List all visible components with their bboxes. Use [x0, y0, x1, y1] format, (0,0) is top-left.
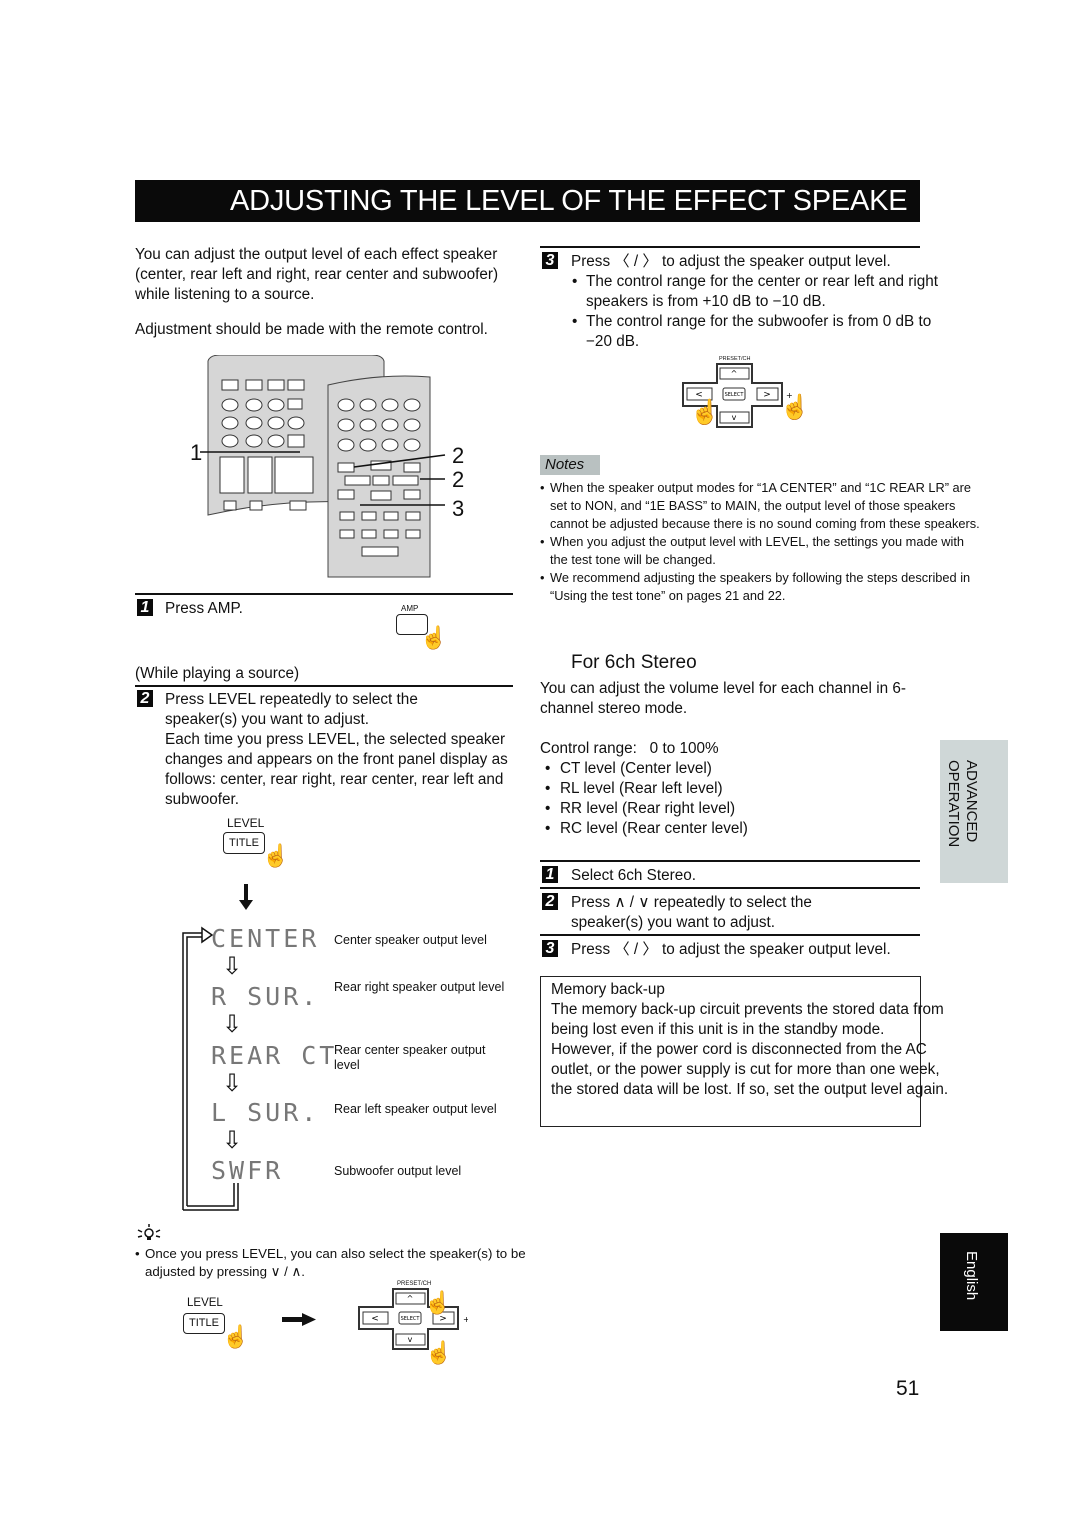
lcd-desc: Rear center speaker output level: [334, 1043, 486, 1072]
preset-label: PRESET/CH: [397, 1281, 432, 1287]
page-title-bar: ADJUSTING THE LEVEL OF THE EFFECT SPEAKE: [135, 180, 920, 222]
svg-text:SELECT: SELECT: [401, 1316, 421, 1322]
notes-list: When the speaker output modes for “1A CE…: [540, 479, 980, 605]
pointing-hand-outline-icon: ☝: [690, 399, 720, 426]
memory-backup-content: Memory back-up The memory back-up circui…: [551, 980, 951, 1100]
step-text: Press ∧ / ∨ repeatedly to select the spe…: [571, 894, 812, 931]
section-tab-label: ADVANCED OPERATION: [945, 760, 980, 848]
level-item: RL level (Rear left level): [543, 779, 843, 799]
control-range: Control range: 0 to 100%: [540, 740, 719, 757]
callout-2b: 2: [452, 467, 465, 492]
step-number: 1: [137, 599, 153, 616]
callout-2a: 2: [452, 443, 465, 468]
step-detail: Each time you press LEVEL, the selected …: [165, 731, 508, 808]
range-bullet: The control range for the subwoofer is f…: [570, 312, 950, 352]
range-bullet: The control range for the center or rear…: [570, 272, 950, 312]
lcd-rear-center: REAR CT: [211, 1041, 338, 1070]
notes-label: Notes: [540, 455, 600, 475]
remote-control-illustration: [200, 355, 446, 578]
level-key-label: LEVEL: [227, 816, 265, 830]
step-text: Press LEVEL repeatedly to select the spe…: [165, 691, 418, 728]
preset-label: PRESET/CH: [719, 356, 751, 362]
svg-text:^: ^: [731, 369, 738, 378]
svg-text:>: >: [763, 390, 771, 400]
step-number: 3: [542, 940, 558, 957]
divider: [540, 246, 920, 248]
lcd-desc: Rear left speaker output level: [334, 1102, 497, 1116]
callout-3: 3: [452, 496, 465, 521]
page-number: 51: [896, 1377, 920, 1400]
pointing-hand-icon: ☝: [222, 1324, 250, 1349]
svg-text:v: v: [732, 413, 737, 422]
note-item: When the speaker output modes for “1A CE…: [540, 479, 980, 533]
lightbulb-icon: [137, 1224, 161, 1240]
while-playing-label: (While playing a source): [135, 665, 300, 682]
intro-paragraph: You can adjust the output level of each …: [135, 246, 499, 303]
six-ch-intro: You can adjust the volume level for each…: [540, 680, 906, 717]
note-item: When you adjust the output level with LE…: [540, 533, 980, 569]
pointing-hand-icon: ☝: [420, 625, 448, 650]
down-arrow-icon: ⇩: [222, 1127, 243, 1154]
down-arrow-icon: ⇩: [222, 1011, 243, 1038]
memory-backup-text: The memory back-up circuit prevents the …: [551, 1001, 949, 1098]
callout-1: 1: [190, 440, 203, 465]
level-title-button[interactable]: TITLE: [183, 1313, 225, 1334]
svg-text:<: <: [371, 1314, 379, 1324]
pointing-hand-icon: ☝: [262, 843, 290, 868]
step-text: Press 〈 / 〉 to adjust the speaker output…: [571, 253, 891, 270]
down-arrow-icon: ⇩: [222, 1070, 243, 1097]
step-text: Select 6ch Stereo.: [571, 867, 696, 884]
lcd-rear-left: L SUR.: [211, 1098, 320, 1127]
svg-text:+: +: [463, 1315, 468, 1324]
level-list: CT level (Center level) RL level (Rear l…: [543, 759, 843, 839]
remote-right-panel: [327, 375, 431, 578]
language-tab: English: [940, 1233, 1008, 1331]
lcd-center: CENTER: [211, 924, 320, 953]
page-title: ADJUSTING THE LEVEL OF THE EFFECT SPEAKE: [230, 185, 908, 217]
lcd-desc: Center speaker output level: [334, 933, 487, 947]
amp-key-label: AMP: [401, 604, 419, 613]
memory-backup-box: Memory back-up The memory back-up circui…: [540, 976, 948, 1127]
divider: [540, 934, 920, 936]
step-number: 2: [542, 893, 558, 910]
step-text: Press 〈 / 〉 to adjust the speaker output…: [571, 941, 891, 958]
range-bullets: The control range for the center or rear…: [570, 272, 950, 352]
svg-text:v: v: [408, 1335, 413, 1344]
tip-item: Once you press LEVEL, you can also selec…: [135, 1245, 545, 1281]
pointing-hand-outline-icon: ☝: [424, 1290, 452, 1315]
pointing-hand-icon: ☝: [425, 1340, 453, 1365]
lcd-rear-right: R SUR.: [211, 982, 320, 1011]
level-key-label: LEVEL: [187, 1297, 223, 1309]
divider: [135, 685, 513, 687]
lcd-desc: Rear right speaker output level: [334, 980, 505, 994]
language-tab-label: English: [963, 1251, 980, 1301]
step-number: 3: [542, 252, 558, 269]
section-heading: For 6ch Stereo: [571, 652, 697, 673]
note-item: We recommend adjusting the speakers by f…: [540, 569, 980, 605]
down-arrow-icon: ⇩: [222, 953, 243, 980]
remote-note: Adjustment should be made with the remot…: [135, 321, 488, 338]
tip-list: Once you press LEVEL, you can also selec…: [135, 1245, 545, 1281]
right-arrow-icon: [282, 1313, 316, 1326]
level-item: CT level (Center level): [543, 759, 843, 779]
memory-backup-title: Memory back-up: [551, 981, 665, 998]
step-number: 1: [542, 866, 558, 883]
lcd-subwoofer: SWFR: [211, 1156, 284, 1185]
level-item: RC level (Rear center level): [543, 819, 843, 839]
divider: [540, 887, 920, 889]
svg-text:^: ^: [407, 1294, 414, 1303]
step-number: 2: [137, 690, 153, 707]
svg-text:SELECT: SELECT: [725, 392, 745, 398]
step-text: Press AMP.: [165, 600, 243, 617]
divider: [540, 860, 920, 862]
level-item: RR level (Rear right level): [543, 799, 843, 819]
divider: [135, 593, 513, 595]
lcd-desc: Subwoofer output level: [334, 1164, 462, 1178]
level-title-button[interactable]: TITLE: [223, 832, 265, 854]
section-tab: ADVANCED OPERATION: [940, 740, 1008, 883]
pointing-hand-icon: ☝: [780, 394, 810, 421]
